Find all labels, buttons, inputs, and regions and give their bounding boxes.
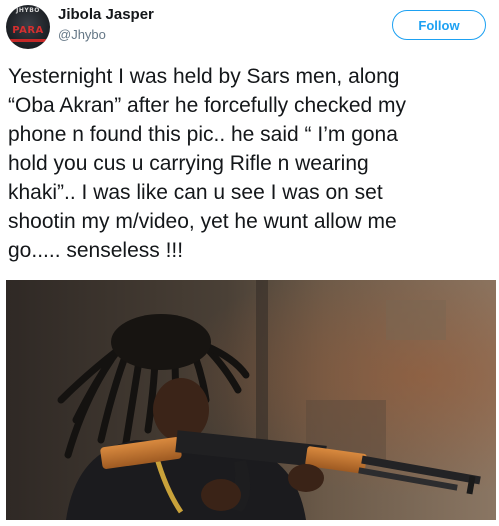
avatar[interactable]: JHYBO PARA bbox=[6, 5, 50, 49]
display-name[interactable]: Jibola Jasper bbox=[58, 6, 154, 23]
avatar-logo: PARA bbox=[12, 25, 44, 36]
tweet-photo[interactable] bbox=[6, 280, 496, 520]
follow-button[interactable]: Follow bbox=[392, 10, 486, 40]
avatar-watermark: JHYBO bbox=[16, 7, 40, 14]
avatar-logo-bar bbox=[10, 39, 46, 42]
photo-illustration bbox=[6, 280, 496, 520]
tweet-text: Yesternight I was held by Sars men, alon… bbox=[8, 65, 407, 262]
user-handle[interactable]: @Jhybo bbox=[58, 27, 106, 42]
tweet-header: JHYBO PARA Jibola Jasper @Jhybo Follow bbox=[0, 0, 499, 60]
